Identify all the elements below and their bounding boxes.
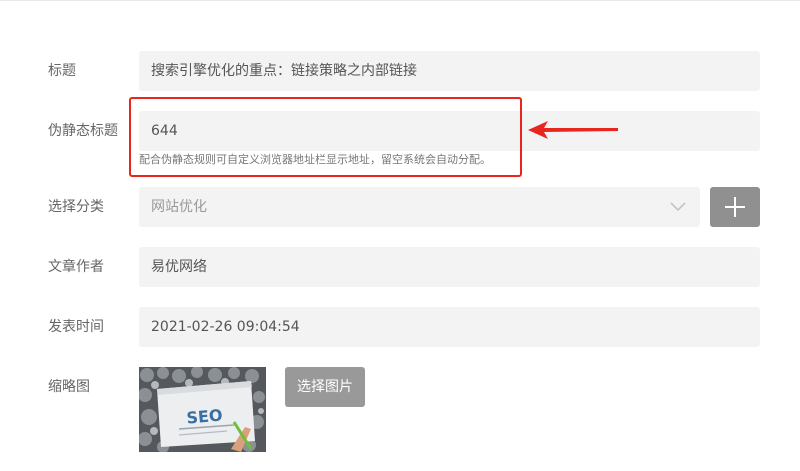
publish-time-label: 发表时间 — [48, 319, 104, 335]
chevron-down-icon — [670, 202, 686, 212]
author-field[interactable]: 易优网络 — [139, 247, 760, 287]
top-divider — [0, 0, 800, 1]
category-selected-value: 网站优化 — [151, 199, 207, 215]
annotation-highlight-box — [129, 97, 522, 177]
add-category-button[interactable] — [710, 187, 760, 227]
plus-icon — [725, 197, 745, 217]
category-label: 选择分类 — [48, 199, 104, 215]
thumbnail-image: SEO — [139, 367, 266, 452]
author-label: 文章作者 — [48, 259, 104, 275]
slug-label: 伪静态标题 — [48, 123, 118, 139]
thumbnail-label: 缩略图 — [48, 379, 90, 395]
publish-time-field[interactable]: 2021-02-26 09:04:54 — [139, 307, 760, 347]
category-select[interactable]: 网站优化 — [139, 187, 700, 227]
arrow-left-icon — [528, 121, 618, 139]
select-image-button[interactable]: 选择图片 — [285, 367, 365, 407]
title-label: 标题 — [48, 63, 76, 79]
thumbnail-seo-text: SEO — [186, 405, 224, 427]
title-field[interactable]: 搜索引擎优化的重点：链接策略之内部链接 — [139, 51, 760, 91]
